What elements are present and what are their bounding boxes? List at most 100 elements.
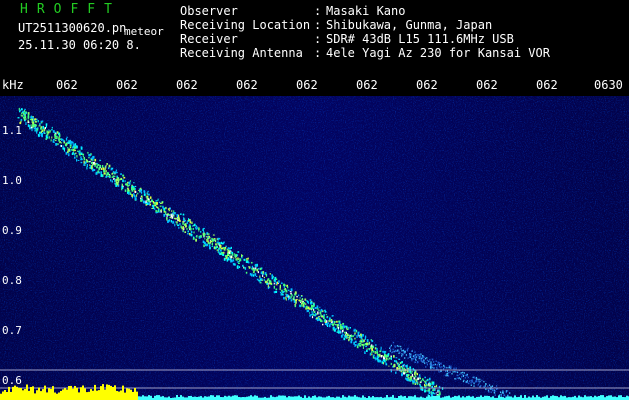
trace-speck [252, 268, 255, 271]
echo-speck [420, 353, 422, 355]
trace-speck [295, 301, 297, 305]
trace-speck [290, 294, 293, 296]
trace-speck [86, 166, 88, 170]
baseline-bar [100, 386, 102, 400]
echo-speck [476, 378, 478, 380]
trace-speck [366, 348, 368, 350]
trace-speck [343, 337, 346, 341]
echo-speck [440, 370, 442, 372]
baseline-bar [508, 396, 510, 400]
trace-speck [403, 363, 405, 366]
trace-speck [354, 340, 357, 343]
trace-speck [247, 257, 249, 260]
baseline-bar [82, 385, 84, 400]
trace-speck [302, 304, 305, 307]
trace-speck [275, 281, 278, 284]
baseline-bar [4, 390, 6, 400]
trace-speck [415, 378, 417, 382]
trace-speck [243, 258, 246, 261]
echo-speck [423, 356, 425, 358]
trace-speck [222, 242, 224, 245]
trace-speck [30, 115, 33, 119]
app-brand: HROFFT [20, 2, 121, 17]
echo-speck [430, 365, 432, 367]
trace-speck [424, 390, 426, 393]
echo-speck [475, 376, 478, 379]
echo-speck [471, 381, 473, 383]
echo-speck [395, 350, 397, 352]
baseline-bar [94, 384, 96, 400]
trace-speck [209, 242, 211, 244]
baseline-bar [456, 396, 458, 400]
trace-speck [333, 326, 335, 329]
trace-speck [128, 192, 130, 195]
trace-speck [27, 114, 30, 117]
trace-speck [159, 205, 162, 207]
echo-speck [462, 380, 464, 383]
trace-speck [92, 157, 94, 161]
baseline-bar [578, 395, 580, 400]
trace-speck [237, 257, 239, 260]
baseline-bar [434, 396, 436, 400]
baseline-bar [76, 387, 78, 400]
trace-speck [372, 345, 375, 349]
baseline-bar [158, 395, 160, 400]
trace-speck [96, 166, 98, 168]
trace-speck [244, 268, 246, 270]
baseline-bar [602, 395, 604, 400]
echo-speck [401, 350, 403, 352]
echo-speck [448, 366, 450, 369]
trace-speck [34, 121, 37, 123]
trace-speck [398, 358, 401, 360]
trace-speck [182, 213, 185, 216]
baseline-bar [2, 391, 4, 400]
echo-speck [505, 390, 507, 392]
trace-speck [188, 233, 191, 235]
trace-speck [37, 133, 40, 137]
trace-speck [424, 380, 426, 383]
echo-speck [502, 390, 504, 392]
trace-speck [293, 300, 296, 303]
baseline-bar [8, 386, 10, 400]
baseline-bar [198, 396, 200, 400]
baseline-bar [314, 395, 316, 400]
echo-speck [483, 385, 485, 388]
spectrogram-noise [0, 96, 629, 400]
trace-speck [301, 302, 303, 305]
trace-speck [60, 145, 62, 147]
trace-speck [73, 149, 75, 152]
baseline-bar [62, 389, 64, 400]
trace-speck [76, 155, 78, 158]
trace-speck [346, 325, 348, 328]
trace-speck [433, 392, 436, 395]
baseline-bar [528, 396, 530, 400]
trace-speck [216, 249, 219, 251]
trace-speck [152, 201, 155, 204]
trace-speck [429, 383, 431, 386]
freq-tick: 0.8 [2, 274, 22, 287]
trace-speck [325, 320, 328, 323]
echo-speck [457, 371, 459, 374]
echo-speck [446, 367, 448, 369]
baseline-bar [480, 395, 482, 400]
baseline-bar [92, 390, 94, 400]
trace-speck [20, 118, 23, 121]
baseline-bar [282, 395, 284, 400]
trace-speck [75, 147, 77, 149]
trace-speck [273, 282, 275, 285]
trace-speck [239, 258, 241, 260]
trace-speck [256, 263, 258, 267]
baseline-bar [468, 395, 470, 400]
baseline-bar [86, 392, 88, 400]
trace-speck [395, 371, 397, 374]
trace-speck [147, 193, 150, 196]
trace-speck [299, 305, 302, 308]
freq-tick: 1.1 [2, 124, 22, 137]
trace-speck [195, 227, 197, 229]
baseline-bar [386, 395, 388, 400]
trace-speck [78, 153, 81, 155]
baseline-bar [42, 389, 44, 400]
trace-speck [36, 128, 39, 131]
trace-speck [312, 304, 315, 307]
baseline-bar [66, 389, 68, 400]
